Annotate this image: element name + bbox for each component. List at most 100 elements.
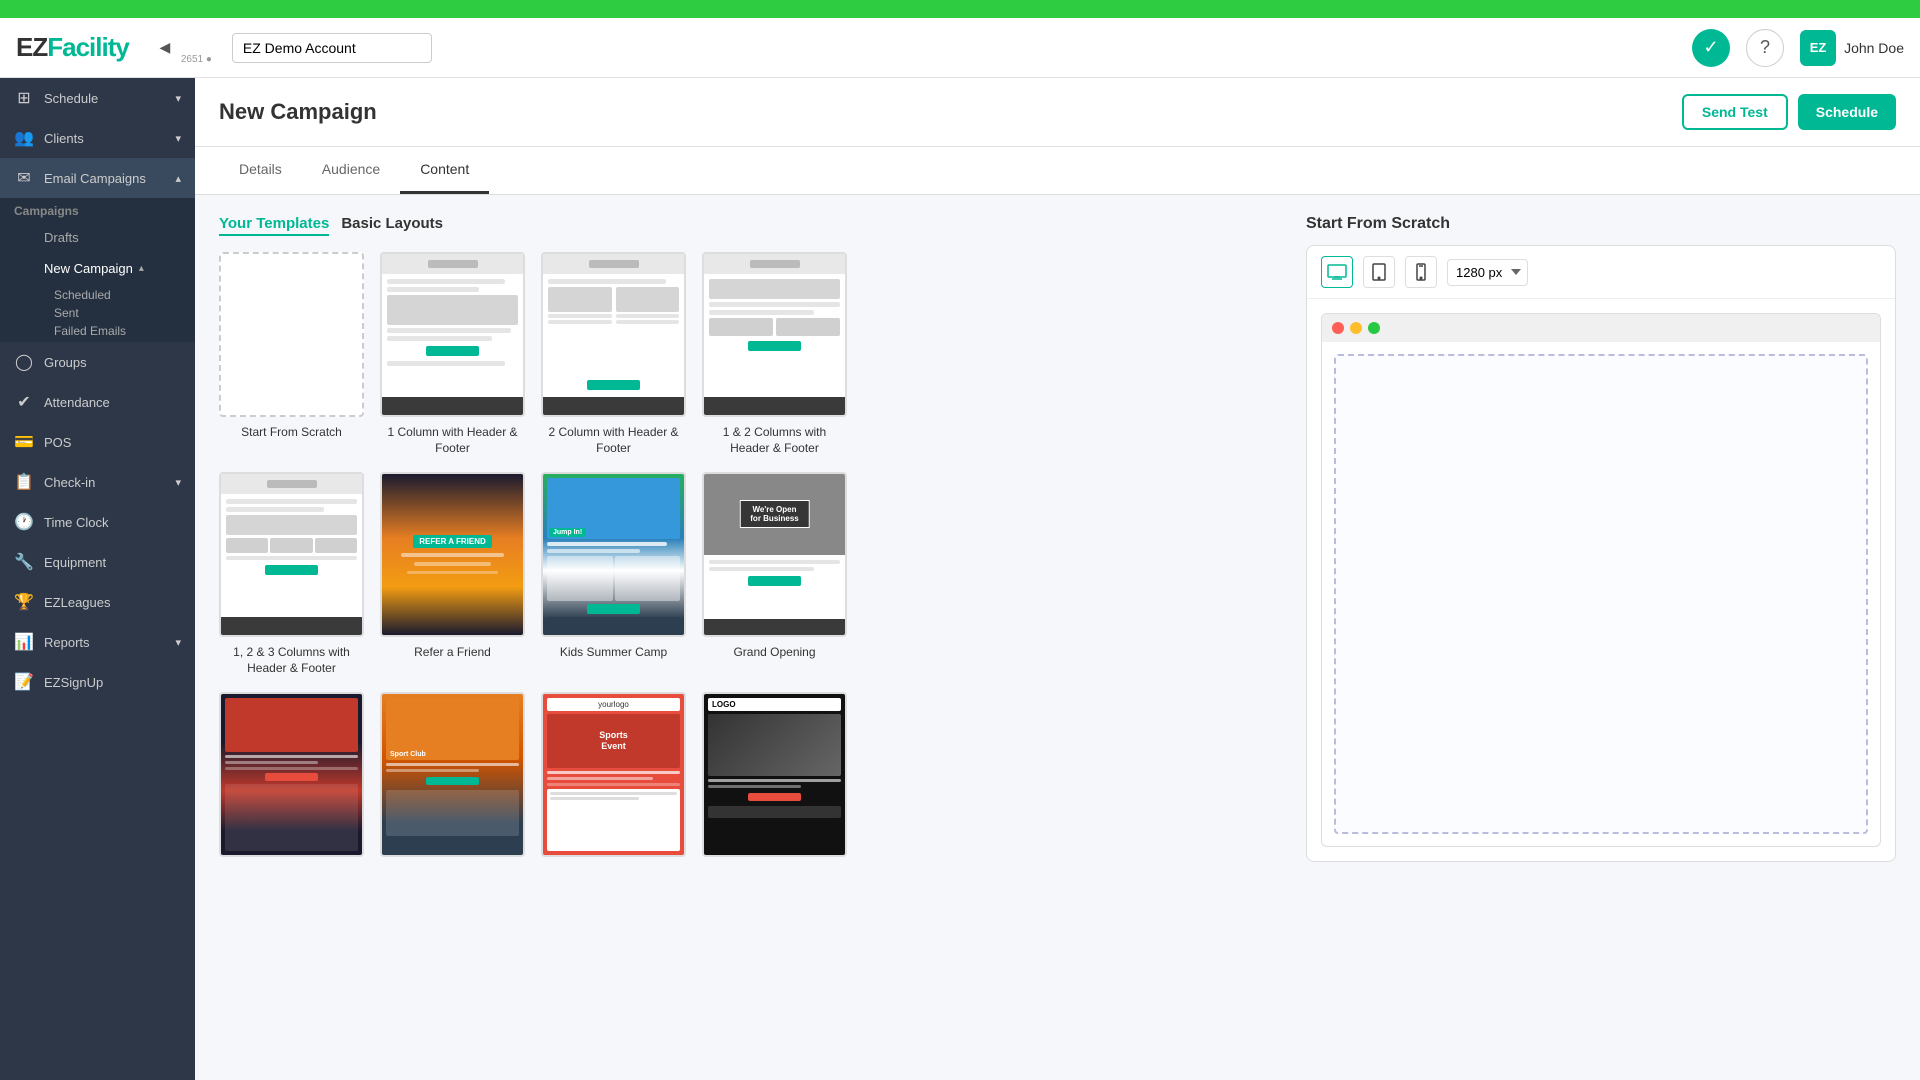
tab-content[interactable]: Content bbox=[400, 147, 489, 194]
templates-section: Your Templates Basic Layouts Start From … bbox=[219, 215, 1274, 865]
scratch-section: Start From Scratch bbox=[1306, 215, 1896, 865]
template-label-blank: Start From Scratch bbox=[241, 425, 342, 441]
sidebar-item-ezsignup[interactable]: 📝 EZSignUp bbox=[0, 662, 195, 702]
campaigns-sub-indented: Scheduled Sent Failed Emails bbox=[0, 284, 195, 342]
sidebar-item-clients[interactable]: 👥 Clients ▾ bbox=[0, 118, 195, 158]
tabs: Details Audience Content bbox=[195, 147, 1920, 195]
desktop-view-button[interactable] bbox=[1321, 256, 1353, 288]
template-thumb-dark1 bbox=[219, 692, 364, 857]
sidebar-item-schedule[interactable]: ⊞ Schedule ▾ bbox=[0, 78, 195, 118]
template-dark1[interactable] bbox=[219, 692, 364, 865]
page-title: New Campaign bbox=[219, 99, 377, 125]
checkin-icon: 📋 bbox=[14, 472, 34, 492]
sidebar-item-time-clock[interactable]: 🕐 Time Clock bbox=[0, 502, 195, 542]
tab-details[interactable]: Details bbox=[219, 147, 302, 194]
sidebar-sub-failed-emails[interactable]: Failed Emails bbox=[54, 322, 195, 340]
sidebar-label-ezsignup: EZSignUp bbox=[44, 675, 181, 690]
template-label-refer: Refer a Friend bbox=[414, 645, 491, 661]
your-templates-tab[interactable]: Your Templates bbox=[219, 215, 329, 236]
ezleagues-icon: 🏆 bbox=[14, 592, 34, 612]
sidebar-label-time-clock: Time Clock bbox=[44, 515, 181, 530]
sidebar-item-check-in[interactable]: 📋 Check-in ▾ bbox=[0, 462, 195, 502]
sidebar-item-email-campaigns[interactable]: ✉ Email Campaigns ▴ bbox=[0, 158, 195, 198]
sidebar-label-pos: POS bbox=[44, 435, 181, 450]
tab-audience[interactable]: Audience bbox=[302, 147, 400, 194]
template-label-1col: 1 Column with Header & Footer bbox=[380, 425, 525, 456]
sidebar: ⊞ Schedule ▾ 👥 Clients ▾ ✉ Email Campaig… bbox=[0, 78, 195, 1080]
app-body: ⊞ Schedule ▾ 👥 Clients ▾ ✉ Email Campaig… bbox=[0, 78, 1920, 1080]
campaigns-heading: Campaigns bbox=[0, 198, 195, 222]
logo-text: EZFacility bbox=[16, 32, 129, 63]
sidebar-item-groups[interactable]: ◯ Groups bbox=[0, 342, 195, 382]
main-content: New Campaign Send Test Schedule Details … bbox=[195, 78, 1920, 1080]
header: EZFacility ◀ 2651 ● EZ Demo Account ✓ ? … bbox=[0, 18, 1920, 78]
sidebar-label-equipment: Equipment bbox=[44, 555, 181, 570]
check-icon-button[interactable]: ✓ bbox=[1692, 29, 1730, 67]
sidebar-collapse-button[interactable]: ◀ bbox=[153, 36, 177, 60]
campaigns-submenu: Campaigns Drafts New Campaign ▴ Schedule… bbox=[0, 198, 195, 342]
template-thumb-sports: yourlogo SportsEvent bbox=[541, 692, 686, 857]
sidebar-sub-scheduled[interactable]: Scheduled bbox=[54, 286, 195, 304]
top-bar bbox=[0, 0, 1920, 18]
clients-icon: 👥 bbox=[14, 128, 34, 148]
groups-icon: ◯ bbox=[14, 352, 34, 372]
size-select[interactable]: 640 px 960 px 1280 px 1440 px bbox=[1447, 259, 1528, 286]
user-menu[interactable]: EZ John Doe bbox=[1800, 30, 1904, 66]
sidebar-label-schedule: Schedule bbox=[44, 91, 165, 106]
user-name-label: John Doe bbox=[1844, 40, 1904, 56]
schedule-button[interactable]: Schedule bbox=[1798, 94, 1896, 130]
template-1col[interactable]: 1 Column with Header & Footer bbox=[380, 252, 525, 456]
account-dropdown[interactable]: EZ Demo Account bbox=[232, 33, 432, 63]
template-refer-friend[interactable]: REFER A FRIEND Refer a Friend bbox=[380, 472, 525, 676]
page-actions: Send Test Schedule bbox=[1682, 94, 1896, 130]
sidebar-sub-drafts[interactable]: Drafts bbox=[0, 222, 195, 253]
browser-window bbox=[1321, 313, 1881, 847]
template-fitness[interactable]: LOGO bbox=[702, 692, 847, 865]
scratch-preview: 640 px 960 px 1280 px 1440 px bbox=[1306, 245, 1896, 862]
sidebar-item-ezleagues[interactable]: 🏆 EZLeagues bbox=[0, 582, 195, 622]
template-area: Your Templates Basic Layouts Start From … bbox=[195, 195, 1920, 885]
template-dark2[interactable]: Sport Club bbox=[380, 692, 525, 865]
sidebar-label-attendance: Attendance bbox=[44, 395, 181, 410]
template-mixed-col[interactable]: 1 & 2 Columns with Header & Footer bbox=[702, 252, 847, 456]
template-2col[interactable]: 2 Column with Header & Footer bbox=[541, 252, 686, 456]
sidebar-label-ezleagues: EZLeagues bbox=[44, 595, 181, 610]
template-grand-opening[interactable]: We're Open for Business Grand Openi bbox=[702, 472, 847, 676]
equipment-icon: 🔧 bbox=[14, 552, 34, 572]
page-header: New Campaign Send Test Schedule bbox=[195, 78, 1920, 147]
account-selector[interactable]: EZ Demo Account bbox=[232, 33, 432, 63]
template-label-2col: 2 Column with Header & Footer bbox=[541, 425, 686, 456]
sidebar-item-reports[interactable]: 📊 Reports ▾ bbox=[0, 622, 195, 662]
header-actions: ✓ ? EZ John Doe bbox=[1692, 29, 1904, 67]
sidebar-label-check-in: Check-in bbox=[44, 475, 165, 490]
help-icon-button[interactable]: ? bbox=[1746, 29, 1784, 67]
sidebar-label-reports: Reports bbox=[44, 635, 165, 650]
sidebar-item-attendance[interactable]: ✔ Attendance bbox=[0, 382, 195, 422]
chevron-up-icon: ▴ bbox=[175, 172, 181, 185]
template-multi-col[interactable]: 1, 2 & 3 Columns with Header & Footer bbox=[219, 472, 364, 676]
template-label-mixed: 1 & 2 Columns with Header & Footer bbox=[702, 425, 847, 456]
template-label-kids: Kids Summer Camp bbox=[560, 645, 667, 661]
basic-layouts-tab[interactable]: Basic Layouts bbox=[341, 215, 443, 236]
template-blank[interactable]: Start From Scratch bbox=[219, 252, 364, 456]
template-kids-camp[interactable]: Jump In! bbox=[541, 472, 686, 676]
template-label-grand: Grand Opening bbox=[733, 645, 815, 661]
template-sports-event[interactable]: yourlogo SportsEvent bbox=[541, 692, 686, 865]
browser-dot-yellow bbox=[1350, 322, 1362, 334]
mobile-view-button[interactable] bbox=[1405, 256, 1437, 288]
send-test-button[interactable]: Send Test bbox=[1682, 94, 1788, 130]
tablet-view-button[interactable] bbox=[1363, 256, 1395, 288]
chevron-icon: ▾ bbox=[175, 636, 181, 649]
sidebar-sub-sent[interactable]: Sent bbox=[54, 304, 195, 322]
section-heading: Your Templates Basic Layouts bbox=[219, 215, 1274, 236]
version-label: 2651 ● bbox=[181, 54, 212, 65]
user-avatar: EZ bbox=[1800, 30, 1836, 66]
template-thumb-fitness: LOGO bbox=[702, 692, 847, 857]
template-thumb-1col bbox=[380, 252, 525, 417]
reports-icon: 📊 bbox=[14, 632, 34, 652]
sidebar-item-pos[interactable]: 💳 POS bbox=[0, 422, 195, 462]
ezsignup-icon: 📝 bbox=[14, 672, 34, 692]
sidebar-sub-new-campaign[interactable]: New Campaign ▴ bbox=[0, 253, 195, 284]
sidebar-item-equipment[interactable]: 🔧 Equipment bbox=[0, 542, 195, 582]
chevron-icon: ▾ bbox=[175, 476, 181, 489]
